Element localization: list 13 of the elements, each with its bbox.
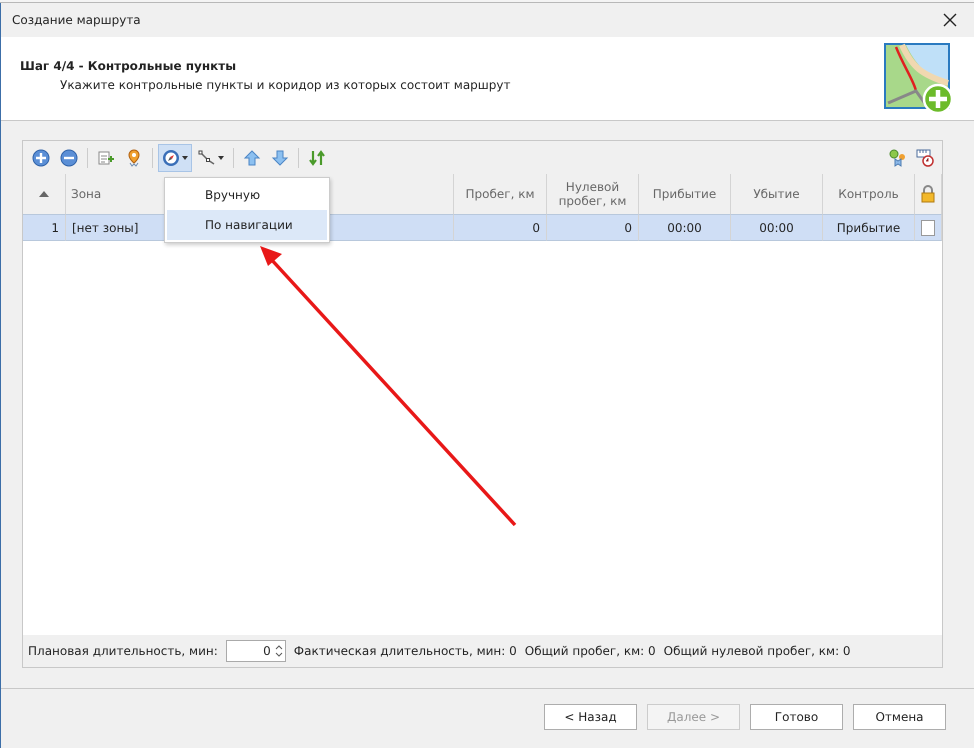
window-title: Создание маршрута [12,13,141,27]
summary-stat: Фактическая длительность, мин: 0 [294,644,517,658]
table-cell: 00:00 [639,214,731,241]
step-title: Шаг 4/4 - Контрольные пункты [20,59,238,73]
table-cell: Прибытие [823,214,915,241]
step-description: Укажите контрольные пункты и коридор из которых состоит маршрут [59,78,510,92]
table-cell: 00:00 [731,214,823,241]
table-cell: 1 [23,214,66,241]
planned-duration-label: Плановая длительность, мин: [28,644,218,658]
table-cell: 0 [454,214,547,241]
summary-stat: Общий нулевой пробег, км: 0 [664,644,851,658]
summary-stat: Общий пробег, км: 0 [524,644,656,658]
table-cell: 0 [547,214,639,241]
